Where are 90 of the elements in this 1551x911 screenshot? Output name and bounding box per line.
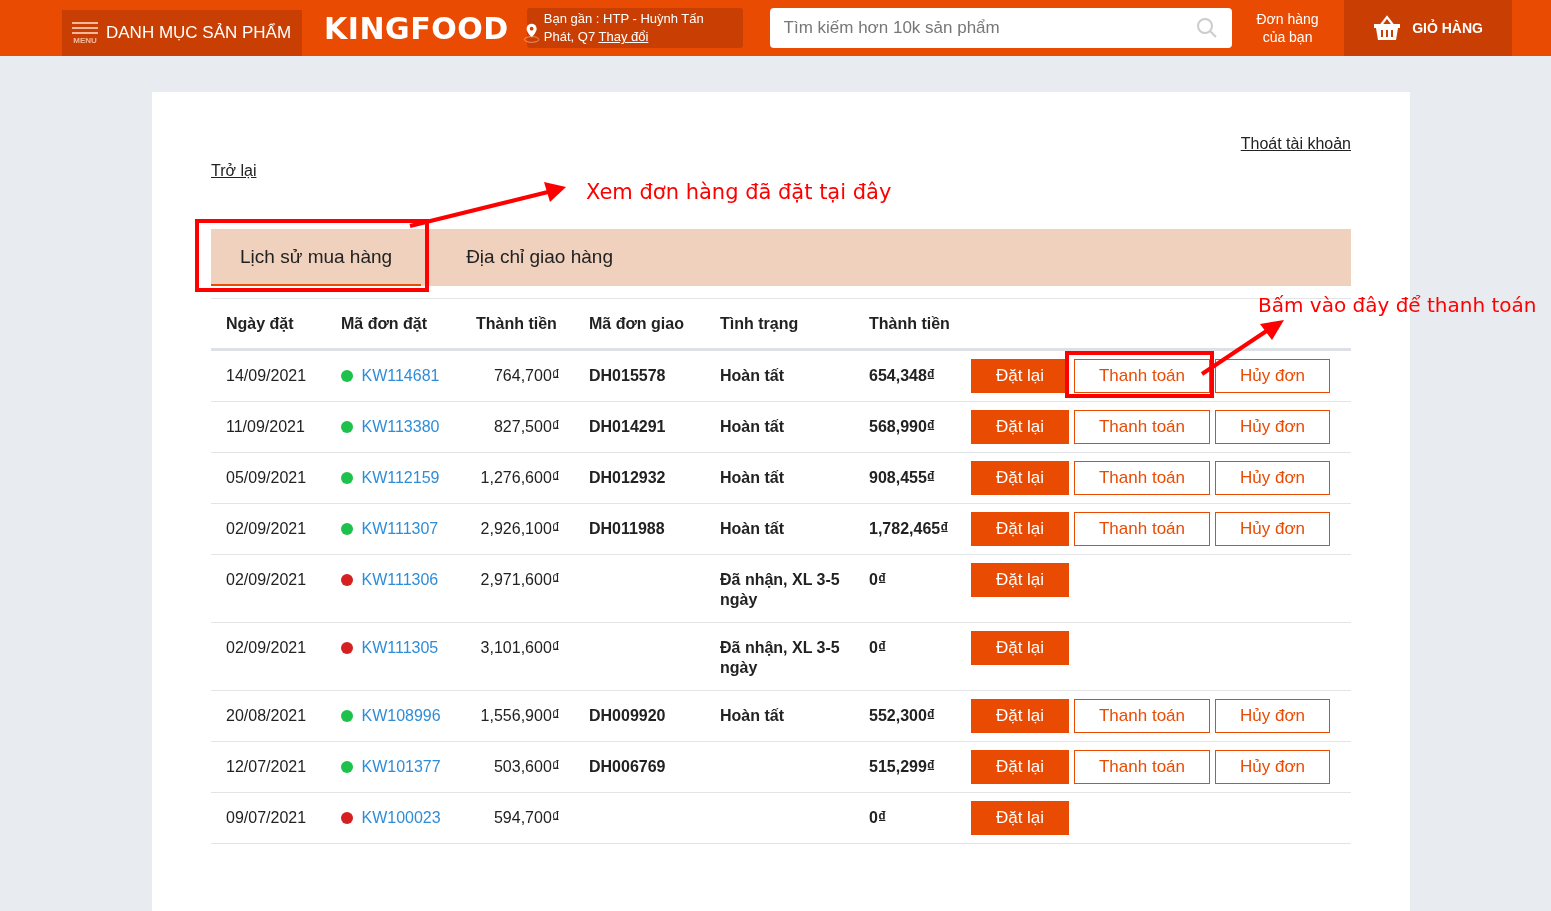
logout-link[interactable]: Thoát tài khoản	[1240, 135, 1351, 153]
action-button[interactable]: Hủy đơn	[1215, 359, 1330, 393]
action-button[interactable]: Thanh toán	[1074, 750, 1210, 784]
column-header: Mã đơn giao	[588, 314, 685, 333]
order-code-link[interactable]: KW111306	[361, 571, 439, 588]
action-button[interactable]: Thanh toán	[1074, 410, 1210, 444]
search-field[interactable]: Tìm kiếm hơn 10k sản phẩm	[769, 8, 1232, 48]
orders-link[interactable]: Đơn hàng của bạn	[1251, 10, 1324, 46]
action-button[interactable]: Thanh toán	[1074, 512, 1210, 546]
annotation-text: Bấm vào đây để thanh toán	[1258, 293, 1537, 317]
order-date: 05/09/2021	[226, 469, 307, 486]
basket-icon	[1372, 14, 1403, 42]
action-button[interactable]: Hủy đơn	[1215, 699, 1330, 733]
order-date: 02/09/2021	[226, 571, 307, 588]
action-button[interactable]: Thanh toán	[1074, 359, 1210, 393]
order-date: 11/09/2021	[226, 418, 305, 435]
order-code-link[interactable]: KW114681	[361, 367, 440, 384]
reorder-button[interactable]: Đặt lại	[971, 563, 1069, 597]
search-icon[interactable]	[1195, 17, 1218, 39]
order-total: 552,300₫	[869, 707, 936, 724]
column-header: Thành tiền	[869, 314, 951, 333]
order-amount: 827,500₫	[493, 418, 560, 435]
order-date: 20/08/2021	[226, 707, 307, 724]
column-header: Mã đơn đặt	[341, 314, 429, 333]
order-total: 568,990₫	[869, 418, 936, 435]
order-amount: 503,600₫	[493, 758, 560, 775]
annotation-text: Xem đơn hàng đã đặt tại đây	[586, 180, 892, 204]
order-date: 02/09/2021	[226, 520, 307, 537]
delivery-code: DH011988	[589, 520, 665, 537]
order-code-link[interactable]: KW111307	[361, 520, 439, 537]
reorder-button[interactable]: Đặt lại	[971, 410, 1069, 444]
reorder-button[interactable]: Đặt lại	[971, 461, 1069, 495]
delivery-code: DH014291	[589, 418, 666, 435]
order-date: 14/09/2021	[226, 367, 307, 384]
order-date: 02/09/2021	[226, 639, 307, 656]
order-amount: 3,101,600₫	[480, 639, 560, 656]
order-total: 908,455₫	[869, 469, 936, 486]
order-amount: 764,700₫	[493, 367, 560, 384]
order-total: 1,782,465₫	[869, 520, 949, 537]
order-status: Đã nhận, XL 3-5 ngày	[720, 639, 840, 676]
delivery-code: DH006769	[589, 758, 666, 775]
category-menu-button[interactable]: MENU DANH MỤC SẢN PHẨM	[62, 10, 302, 56]
column-header: Thành tiền	[475, 314, 558, 333]
order-code-link[interactable]: KW100023	[361, 809, 441, 826]
tab[interactable]: Lịch sử mua hàng	[211, 229, 422, 286]
action-button[interactable]: Thanh toán	[1074, 699, 1210, 733]
order-date: 09/07/2021	[226, 809, 307, 826]
column-header: Ngày đặt	[225, 314, 295, 333]
order-code-link[interactable]: KW111305	[361, 639, 439, 656]
order-total: 654,348₫	[869, 367, 936, 384]
back-link[interactable]: Trở lại	[211, 162, 257, 180]
delivery-code: DH012932	[589, 469, 666, 486]
column-header: Tình trạng	[720, 314, 800, 333]
order-code-link[interactable]: KW108996	[361, 707, 441, 724]
change-location-link[interactable]: Thay đổi	[598, 29, 649, 44]
reorder-button[interactable]: Đặt lại	[971, 801, 1069, 835]
order-code-link[interactable]: KW101377	[361, 758, 441, 775]
delivery-code: DH015578	[589, 367, 666, 384]
order-date: 12/07/2021	[226, 758, 307, 775]
order-code-link[interactable]: KW113380	[361, 418, 440, 435]
action-button[interactable]: Hủy đơn	[1215, 750, 1330, 784]
reorder-button[interactable]: Đặt lại	[971, 512, 1069, 546]
order-status: Hoàn tất	[720, 418, 784, 435]
action-button[interactable]: Hủy đơn	[1215, 410, 1330, 444]
order-total: 0₫	[869, 639, 887, 656]
action-button[interactable]: Hủy đơn	[1215, 461, 1330, 495]
action-button[interactable]: Hủy đơn	[1215, 512, 1330, 546]
order-total: 0₫	[869, 571, 887, 588]
order-code-link[interactable]: KW112159	[361, 469, 440, 486]
location-text: Bạn gần : HTP - Huỳnh Tấn Phát, Q7 Thay đổi	[543, 10, 705, 46]
order-status: Hoàn tất	[720, 520, 784, 537]
order-amount: 2,971,600₫	[480, 571, 560, 588]
reorder-button[interactable]: Đặt lại	[971, 699, 1069, 733]
order-amount: 2,926,100₫	[480, 520, 560, 537]
order-total: 0₫	[869, 809, 887, 826]
order-status: Hoàn tất	[720, 707, 784, 724]
reorder-button[interactable]: Đặt lại	[971, 750, 1069, 784]
logo[interactable]: KINGFOOD	[324, 10, 509, 46]
order-amount: 594,700₫	[493, 809, 560, 826]
delivery-code: DH009920	[589, 707, 666, 724]
order-status: Hoàn tất	[720, 469, 784, 486]
order-status: Đã nhận, XL 3-5 ngày	[720, 571, 840, 608]
order-amount: 1,276,600₫	[480, 469, 560, 486]
action-button[interactable]: Thanh toán	[1074, 461, 1210, 495]
order-total: 515,299₫	[869, 758, 936, 775]
reorder-button[interactable]: Đặt lại	[971, 631, 1069, 665]
cart-button[interactable]: GIỎ HÀNG	[1343, 0, 1512, 56]
tab[interactable]: Địa chỉ giao hàng	[437, 229, 642, 286]
order-status: Hoàn tất	[720, 367, 784, 384]
order-amount: 1,556,900₫	[480, 707, 560, 724]
